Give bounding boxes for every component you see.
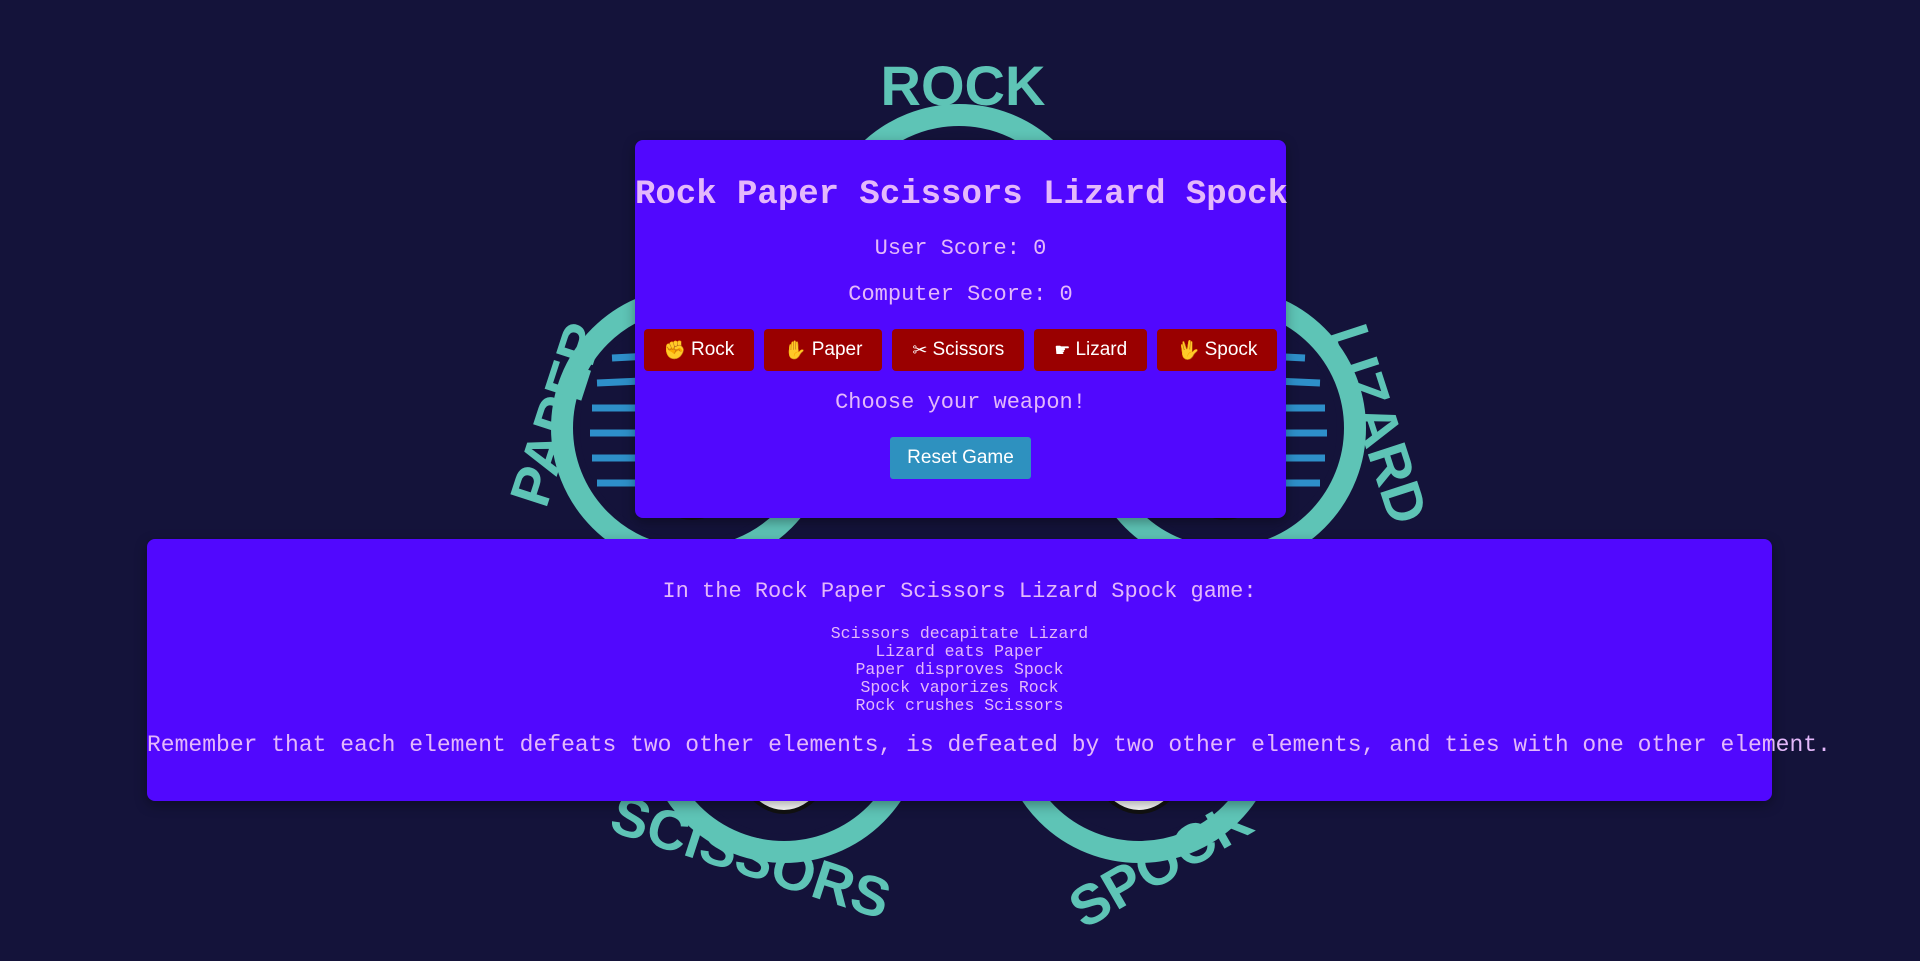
- rock-button[interactable]: ✊ Rock: [643, 329, 755, 371]
- choice-label: Scissors: [932, 339, 1005, 360]
- choice-label: Spock: [1204, 339, 1258, 360]
- rule-item: Paper disproves Spock: [855, 660, 1064, 679]
- rule-item: Lizard eats Paper: [875, 642, 1044, 661]
- computer-score: Computer Score: 0: [848, 282, 1073, 307]
- choice-label: Rock: [690, 339, 735, 360]
- logo-label-rock: ROCK: [881, 54, 1046, 117]
- scissors-button[interactable]: ✂ Scissors: [892, 329, 1025, 371]
- reset-game-button[interactable]: Reset Game: [890, 437, 1031, 479]
- choice-label: Lizard: [1075, 339, 1128, 360]
- page-title: Rock Paper Scissors Lizard Spock: [635, 176, 1288, 214]
- rules-list: Scissors decapitate Lizard Lizard eats P…: [147, 625, 1772, 715]
- user-score: User Score: 0: [874, 236, 1047, 261]
- result-message: Choose your weapon!: [835, 390, 1086, 415]
- spock-button[interactable]: 🖖 Spock: [1157, 329, 1278, 371]
- rule-item: Scissors decapitate Lizard: [830, 624, 1089, 643]
- rules-note: Remember that each element defeats two o…: [147, 732, 1831, 758]
- hand-rock-icon: ✊: [663, 339, 686, 360]
- game-card: Rock Paper Scissors Lizard Spock User Sc…: [635, 140, 1288, 518]
- weapon-choices: ✊ Rock ✋ Paper ✂ Scissors ☛ Lizard 🖖 Spock: [635, 329, 1286, 371]
- lizard-button[interactable]: ☛ Lizard: [1034, 329, 1148, 371]
- rules-intro: In the Rock Paper Scissors Lizard Spock …: [662, 579, 1257, 604]
- choice-label: Paper: [811, 339, 863, 360]
- rule-item: Spock vaporizes Rock: [860, 678, 1059, 697]
- hand-paper-icon: ✋: [784, 339, 807, 360]
- hand-lizard-icon: ☛: [1054, 339, 1071, 360]
- paper-button[interactable]: ✋ Paper: [764, 329, 883, 371]
- scissors-icon: ✂: [912, 339, 928, 360]
- rule-item: Rock crushes Scissors: [855, 696, 1064, 715]
- rules-card: In the Rock Paper Scissors Lizard Spock …: [147, 539, 1831, 801]
- hand-spock-icon: 🖖: [1177, 339, 1200, 360]
